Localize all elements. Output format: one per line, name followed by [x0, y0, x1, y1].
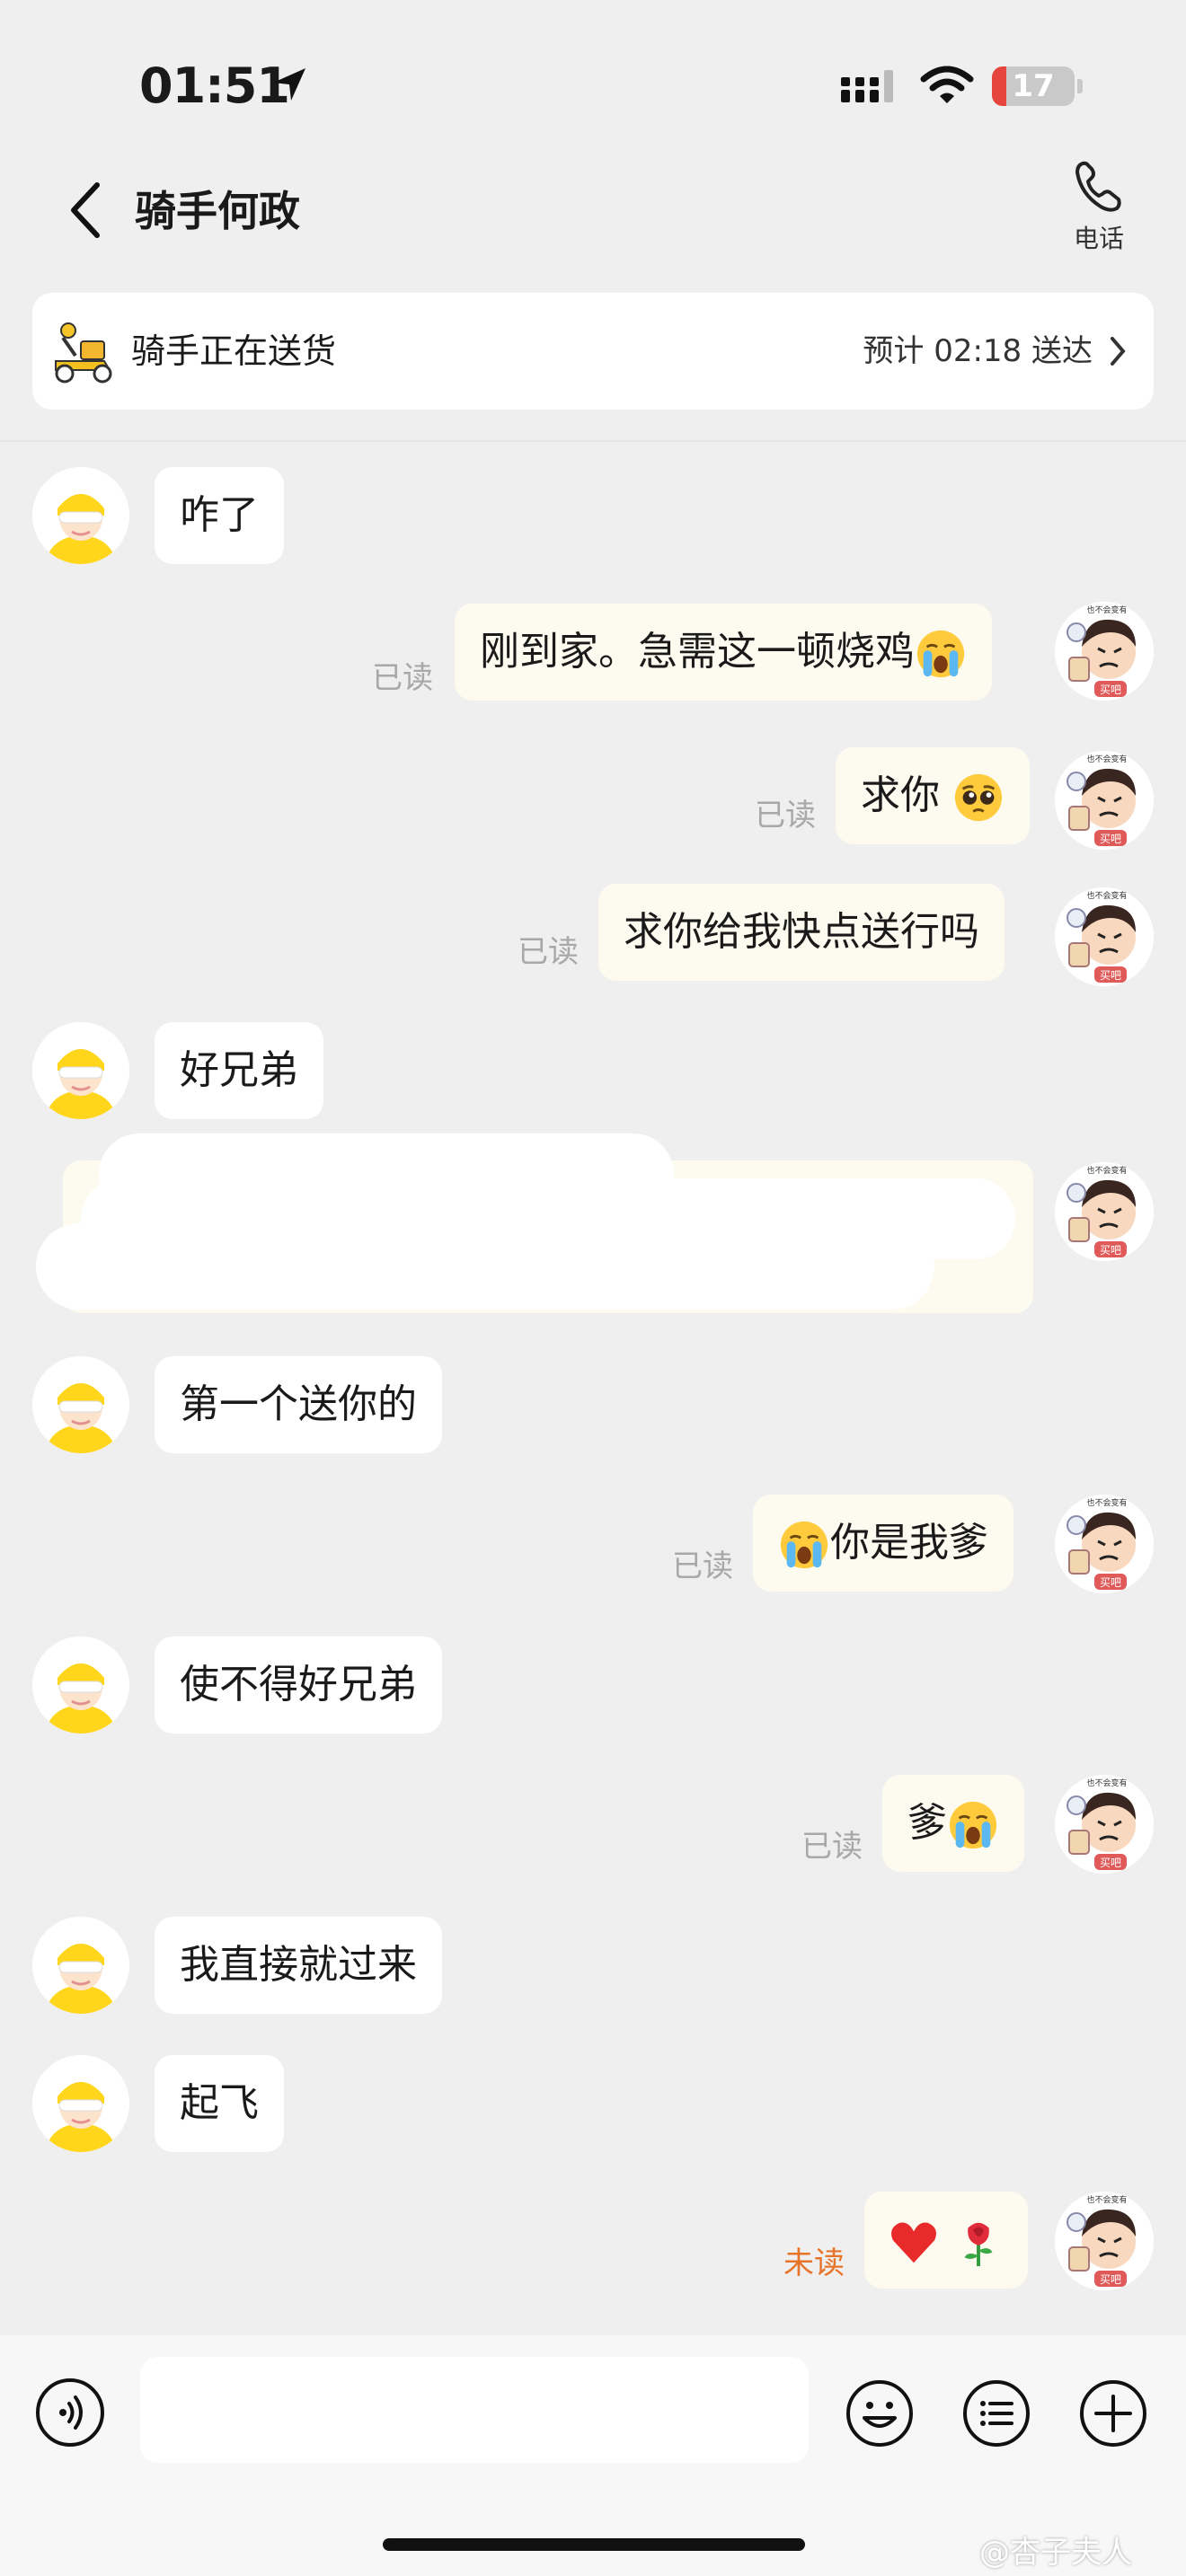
- chat-title: 骑手何政: [135, 187, 300, 235]
- delivery-eta: 预计 02:18 送达: [863, 333, 1093, 369]
- header-divider: [0, 440, 1186, 442]
- message-text: 爹: [907, 1800, 947, 1846]
- message-bubble-incoming[interactable]: 好兄弟: [155, 1022, 323, 1119]
- redaction-scribble: [36, 1223, 934, 1310]
- message-text: 第一个送你的: [180, 1381, 417, 1427]
- my-avatar[interactable]: [1055, 887, 1154, 986]
- message-text: 咋了: [180, 492, 259, 538]
- message-bubble-incoming[interactable]: 使不得好兄弟: [155, 1636, 442, 1734]
- call-label[interactable]: 电话: [1060, 219, 1137, 255]
- read-receipt: 已读: [672, 1548, 733, 1584]
- read-receipt: 已读: [372, 660, 433, 696]
- message-text: 好兄弟: [180, 1047, 298, 1093]
- message-bubble-outgoing[interactable]: [864, 2192, 1028, 2289]
- read-receipt: 已读: [801, 1829, 863, 1865]
- red-heart-emoji: [888, 2216, 940, 2268]
- plus-more-icon[interactable]: [1078, 2378, 1148, 2448]
- battery-percent: 17: [1012, 68, 1055, 104]
- watermark: @杏子夫人: [979, 2535, 1132, 2571]
- wifi-icon: [920, 66, 974, 103]
- my-avatar[interactable]: [1055, 1162, 1154, 1261]
- chevron-right-icon: [1111, 337, 1126, 366]
- battery-tip: [1077, 79, 1083, 93]
- message-text: 我直接就过来: [180, 1942, 417, 1988]
- quick-reply-list-icon[interactable]: [961, 2378, 1031, 2448]
- location-arrow-icon: [273, 68, 305, 101]
- voice-wave-icon[interactable]: [40, 2382, 101, 2443]
- delivery-status-card[interactable]: 骑手正在送货 预计 02:18 送达: [32, 293, 1154, 410]
- rider-avatar[interactable]: [32, 467, 129, 564]
- message-bubble-outgoing[interactable]: 求你给我快点送行吗: [598, 884, 1005, 981]
- battery-icon: 17: [992, 66, 1075, 106]
- voice-input-button[interactable]: [36, 2378, 104, 2447]
- back-arrow-icon[interactable]: [61, 178, 111, 243]
- signal-icon: [841, 70, 893, 102]
- rider-avatar[interactable]: [32, 2055, 129, 2152]
- message-text: 使不得好兄弟: [180, 1662, 417, 1707]
- rider-avatar[interactable]: [32, 1917, 129, 2014]
- message-bubble-incoming[interactable]: 我直接就过来: [155, 1917, 442, 2014]
- message-text: 求你给我快点送行吗: [624, 909, 979, 955]
- loudly-crying-emoji: [915, 628, 967, 680]
- my-avatar[interactable]: [1055, 602, 1154, 701]
- loudly-crying-emoji: [947, 1799, 999, 1851]
- message-bubble-incoming[interactable]: 起飞: [155, 2055, 284, 2152]
- read-receipt: 已读: [518, 934, 579, 970]
- call-button[interactable]: 电话: [1060, 158, 1137, 257]
- redacted-message-bubble[interactable]: [36, 1134, 1033, 1313]
- status-time: 01:51: [139, 57, 290, 114]
- message-bubble-incoming[interactable]: 第一个送你的: [155, 1356, 442, 1453]
- rider-avatar[interactable]: [32, 1636, 129, 1734]
- my-avatar[interactable]: [1055, 751, 1154, 850]
- my-avatar[interactable]: [1055, 2192, 1154, 2290]
- read-receipt: 已读: [755, 798, 816, 834]
- emoji-button-icon[interactable]: [845, 2378, 915, 2448]
- message-bubble-outgoing[interactable]: 求你: [836, 747, 1030, 844]
- message-bubble-outgoing[interactable]: 爹: [882, 1775, 1024, 1872]
- home-indicator[interactable]: [383, 2538, 805, 2551]
- unread-receipt: 未读: [783, 2245, 845, 2281]
- message-text-input[interactable]: [140, 2357, 809, 2463]
- message-text: 你是我爹: [830, 1520, 988, 1566]
- message-bubble-outgoing[interactable]: 刚到家。急需这一顿烧鸡: [455, 604, 992, 701]
- my-avatar[interactable]: [1055, 1495, 1154, 1593]
- message-text: 求你: [861, 772, 940, 818]
- delivery-scooter-icon: [55, 322, 112, 384]
- loudly-crying-emoji: [778, 1519, 830, 1571]
- phone-icon[interactable]: [1070, 158, 1128, 216]
- rider-avatar[interactable]: [32, 1356, 129, 1453]
- pleading-face-emoji: [952, 772, 1005, 824]
- message-text: 刚到家。急需这一顿烧鸡: [480, 629, 915, 675]
- rose-emoji: [952, 2214, 1005, 2270]
- message-text: 起飞: [180, 2080, 259, 2126]
- status-bar: 01:51 17: [0, 0, 1186, 153]
- message-bubble-incoming[interactable]: 咋了: [155, 467, 284, 564]
- my-avatar[interactable]: [1055, 1775, 1154, 1874]
- rider-avatar[interactable]: [32, 1022, 129, 1119]
- message-bubble-outgoing[interactable]: 你是我爹: [753, 1495, 1013, 1592]
- delivery-status-text: 骑手正在送货: [131, 331, 337, 371]
